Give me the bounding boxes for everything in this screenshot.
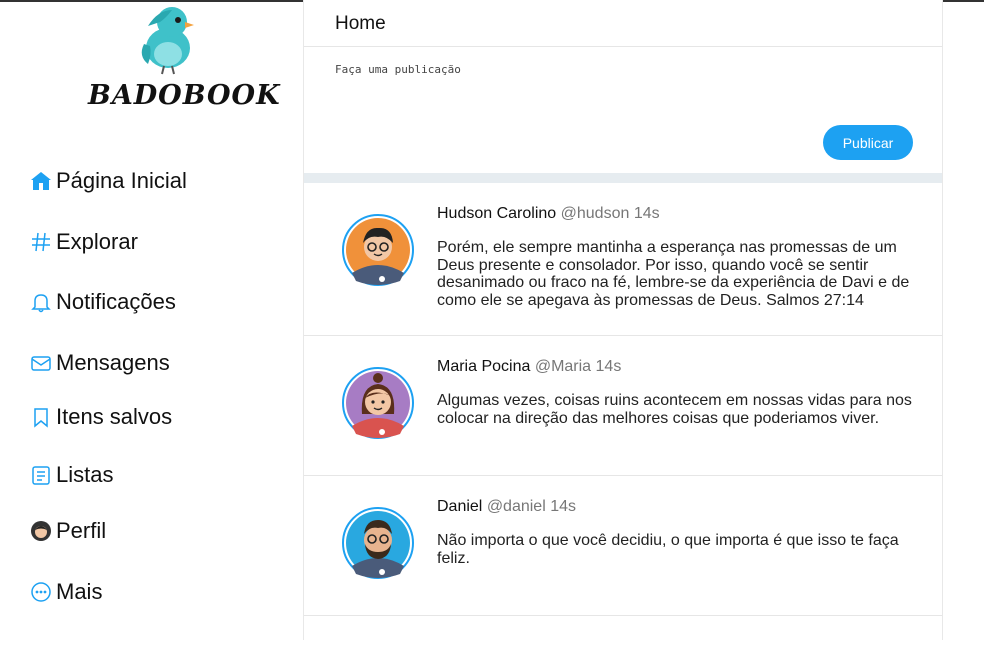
composer: Publicar xyxy=(304,47,942,173)
feed-header: Home xyxy=(304,0,942,47)
bookmark-icon xyxy=(28,404,54,430)
sidebar-item-lists[interactable]: Listas xyxy=(28,460,113,490)
hashtag-icon xyxy=(28,229,54,255)
logo-text: BADOBOOK xyxy=(88,80,281,111)
post-author[interactable]: Hudson Carolino xyxy=(437,205,556,222)
post-content: Daniel @daniel 14s Não importa o que voc… xyxy=(437,498,917,567)
sidebar-item-label: Página Inicial xyxy=(56,168,187,193)
sidebar-item-label: Itens salvos xyxy=(56,404,173,429)
sidebar-item-messages[interactable]: Mensagens xyxy=(28,348,170,378)
sidebar-item-more[interactable]: Mais xyxy=(28,577,102,607)
user-avatar[interactable] xyxy=(342,209,414,291)
list-icon xyxy=(28,462,54,488)
page-title: Home xyxy=(335,13,386,34)
post-content: Maria Pocina @Maria 14s Algumas vezes, c… xyxy=(437,358,917,427)
post-content: Hudson Carolino @hudson 14s Porém, ele s… xyxy=(437,205,917,309)
sidebar-item-home[interactable]: Página Inicial xyxy=(28,166,187,196)
post-header: Daniel @daniel 14s xyxy=(437,498,917,516)
post-handle-time: @hudson 14s xyxy=(560,205,660,222)
main-feed: Home Publicar Hudson Carolino @hudson 14… xyxy=(303,0,943,640)
compose-input[interactable] xyxy=(335,63,915,113)
post-body: Não importa o que você decidiu, o que im… xyxy=(437,532,899,567)
sidebar-item-label: Explorar xyxy=(56,229,138,254)
more-icon xyxy=(28,579,54,605)
user-avatar[interactable] xyxy=(342,362,414,444)
sidebar-item-label: Mais xyxy=(56,579,103,604)
publish-button[interactable]: Publicar xyxy=(823,125,913,160)
sidebar: BADOBOOK Página Inicial Explorar Notific… xyxy=(0,0,300,656)
post-header: Hudson Carolino @hudson 14s xyxy=(437,205,917,223)
post-card[interactable]: Daniel @daniel 14s Não importa o que voc… xyxy=(304,476,942,616)
sidebar-item-label: Notificações xyxy=(56,289,176,314)
home-icon xyxy=(28,168,54,194)
mail-icon xyxy=(28,350,54,376)
sidebar-item-profile[interactable]: Perfil xyxy=(28,516,106,546)
post-author[interactable]: Daniel xyxy=(437,498,482,515)
sidebar-item-label: Perfil xyxy=(56,518,107,543)
post-card[interactable]: Hudson Carolino @hudson 14s Porém, ele s… xyxy=(304,183,942,336)
sidebar-item-label: Listas xyxy=(56,462,114,487)
sidebar-item-explore[interactable]: Explorar xyxy=(28,227,138,257)
logo[interactable]: BADOBOOK xyxy=(86,2,281,122)
post-body: Algumas vezes, coisas ruins acontecem em… xyxy=(437,392,912,427)
post-card[interactable]: Maria Pocina @Maria 14s Algumas vezes, c… xyxy=(304,336,942,476)
sidebar-item-saved[interactable]: Itens salvos xyxy=(28,402,172,432)
post-body: Porém, ele sempre mantinha a esperança n… xyxy=(437,239,910,309)
feed-divider xyxy=(304,173,942,183)
sidebar-item-label: Mensagens xyxy=(56,350,170,375)
post-header: Maria Pocina @Maria 14s xyxy=(437,358,917,376)
sidebar-item-notifications[interactable]: Notificações xyxy=(28,287,176,317)
post-author[interactable]: Maria Pocina xyxy=(437,358,530,375)
post-handle-time: @daniel 14s xyxy=(486,498,576,515)
profile-avatar-icon xyxy=(28,518,54,544)
bird-logo-icon xyxy=(141,7,194,75)
bell-icon xyxy=(28,289,54,315)
user-avatar[interactable] xyxy=(342,502,414,584)
post-handle-time: @Maria 14s xyxy=(534,358,622,375)
